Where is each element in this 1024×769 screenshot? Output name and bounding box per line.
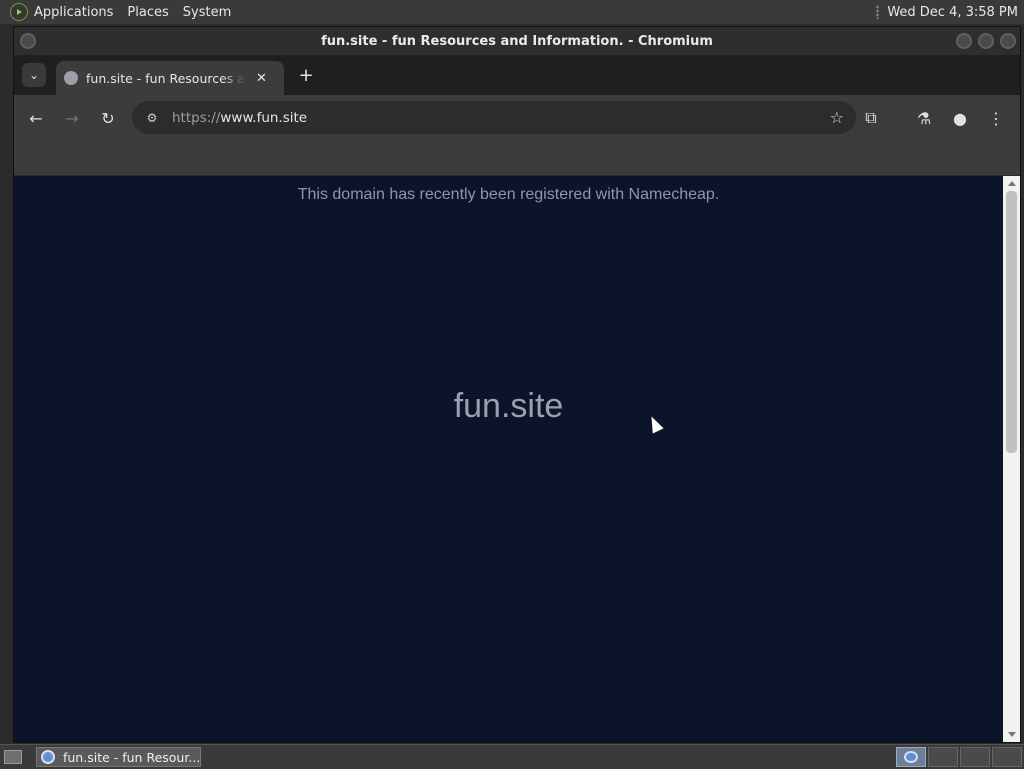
workspace-3[interactable] [960,747,990,767]
tab-search-button[interactable]: ⌄ [22,63,46,87]
scroll-down-icon[interactable] [1008,732,1016,737]
profile-button[interactable]: ● [948,106,972,130]
show-desktop-icon[interactable] [4,750,22,764]
new-tab-button[interactable]: + [294,63,318,87]
window-menu-icon[interactable] [20,33,36,49]
maximize-button[interactable] [978,33,994,49]
browser-window: fun.site - fun Resources and Information… [13,26,1021,743]
workspace-4[interactable] [992,747,1022,767]
bookmarks-bar [14,141,1020,176]
menu-system[interactable]: System [183,5,231,20]
window-titlebar[interactable]: fun.site - fun Resources and Information… [14,27,1020,55]
top-panel: Applications Places System Wed Dec 4, 3:… [0,0,1024,24]
bookmark-star-icon[interactable]: ☆ [830,108,844,127]
site-info-icon[interactable]: ⚙ [144,110,160,126]
labs-button[interactable]: ⚗ [912,106,936,130]
chevron-down-icon: ⌄ [28,68,40,82]
registration-notice: This domain has recently been registered… [297,186,720,203]
puzzle-icon: ⧉ [865,108,877,127]
menu-places[interactable]: Places [127,5,168,20]
taskbar-item-label: fun.site - fun Resour... [62,749,200,765]
forward-button[interactable]: → [60,106,84,130]
tab-strip: ⌄ fun.site - fun Resources and Informati… [14,55,1020,95]
profile-icon: ● [953,108,967,128]
extensions-button[interactable]: ⧉ [859,106,883,130]
applications-logo-icon[interactable] [10,3,28,21]
window-controls [956,33,1016,49]
domain-heading: fun.site [453,387,564,425]
reload-button[interactable]: ↻ [96,106,120,130]
tab-close-icon[interactable]: ✕ [256,71,267,86]
globe-icon [64,71,78,85]
back-button[interactable]: ← [24,106,48,130]
arrow-right-icon: → [65,108,79,128]
browser-toolbar: ← → ↻ ⚙ https:// www.fun.site ☆ ⧉ ⚗ ● ⋮ [14,95,1020,141]
address-bar[interactable]: ⚙ https:// www.fun.site ☆ [132,101,856,134]
menu-button[interactable]: ⋮ [984,106,1008,130]
workspace-1[interactable] [896,747,926,767]
arrow-left-icon: ← [29,108,43,128]
flask-icon: ⚗ [916,108,932,128]
panel-grip-icon [876,5,880,19]
tab-active[interactable]: fun.site - fun Resources and Information… [56,61,284,95]
scroll-up-icon[interactable] [1008,181,1016,186]
clock[interactable]: Wed Dec 4, 3:58 PM [887,5,1018,20]
vertical-scrollbar[interactable] [1003,176,1020,742]
url-host: www.fun.site [220,109,308,126]
window-title: fun.site - fun Resources and Information… [321,33,713,49]
tab-title: fun.site - fun Resources and Information… [86,70,246,86]
taskbar-item-chromium[interactable]: fun.site - fun Resour... [36,747,201,767]
workspace-2[interactable] [928,747,958,767]
menu-applications[interactable]: Applications [34,5,113,20]
more-vertical-icon: ⋮ [988,108,1004,128]
bottom-taskbar: fun.site - fun Resour... [0,744,1024,769]
reload-icon: ↻ [101,108,115,128]
workspace-chromium-icon [904,751,918,763]
close-window-button[interactable] [1000,33,1016,49]
page-viewport: This domain has recently been registered… [14,176,1003,742]
scroll-thumb[interactable] [1006,191,1017,453]
minimize-button[interactable] [956,33,972,49]
url-scheme: https:// [172,109,221,126]
chromium-icon [41,750,55,764]
